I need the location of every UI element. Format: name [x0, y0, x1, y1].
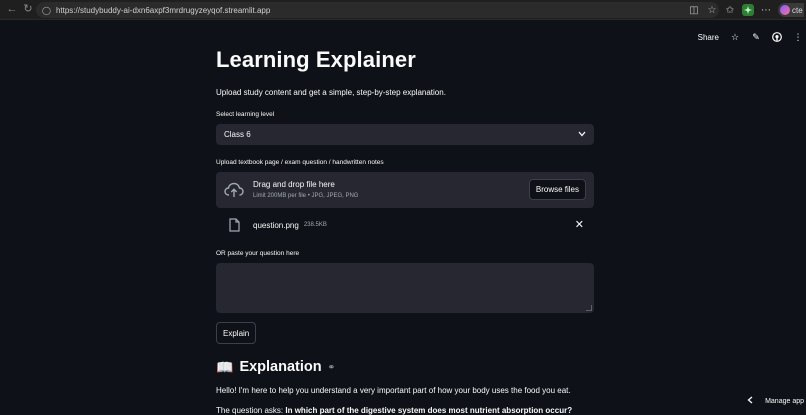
profile-button[interactable]: cte	[778, 3, 804, 17]
main-menu-icon[interactable]: ⋮	[793, 32, 803, 42]
manage-app-button[interactable]: Manage app	[747, 396, 804, 406]
paste-question-label: OR paste your question here	[216, 250, 300, 257]
file-icon	[228, 218, 240, 232]
share-button[interactable]: Share	[698, 33, 719, 42]
dropzone-title: Drag and drop file here	[253, 180, 335, 189]
address-bar[interactable]: ◯ https://studybuddy-ai-dxn6axpf3mrdrugy…	[36, 2, 719, 18]
edit-pencil-icon[interactable]: ✎	[751, 32, 761, 42]
explanation-heading: 📖 Explanation ⚭	[216, 358, 594, 376]
page-title: Learning Explainer	[216, 47, 416, 72]
close-icon[interactable]: ✕	[575, 219, 584, 231]
favorites-icon[interactable]: ✩	[724, 4, 736, 16]
learning-level-label: Select learning level	[216, 111, 275, 118]
file-name: question.png	[253, 220, 299, 230]
browse-files-button[interactable]: Browse files	[528, 179, 586, 200]
anchor-link-icon[interactable]: ⚭	[328, 362, 336, 373]
dropzone-text: Drag and drop file here Limit 200MB per …	[253, 179, 358, 201]
avatar	[780, 5, 790, 15]
chevron-left-icon	[747, 396, 753, 406]
browser-toolbar: ← ↻ ◯ https://studybuddy-ai-dxn6axpf3mrd…	[0, 0, 806, 20]
file-size: 238.5KB	[303, 222, 327, 228]
install-app-icon[interactable]: ◫	[688, 4, 700, 16]
cloud-upload-icon	[224, 182, 244, 198]
url-text: https://studybuddy-ai-dxn6axpf3mrdrugyze…	[55, 5, 271, 15]
star-icon[interactable]: ☆	[730, 32, 740, 42]
site-info-icon[interactable]: ◯	[42, 6, 51, 15]
explanation-paragraph: Hello! I'm here to help you understand a…	[216, 386, 571, 395]
learning-level-value: Class 6	[224, 130, 251, 139]
explanation-title: Explanation	[239, 359, 322, 375]
explanation-question: The question asks: In which part of the …	[216, 405, 594, 415]
app-toolbar: Share ☆ ✎ ⋮	[698, 30, 806, 44]
question-text: In which part of the digestive system do…	[285, 406, 573, 415]
uploaded-file: question.png 238.5KB ✕	[216, 215, 594, 235]
file-dropzone[interactable]: Drag and drop file here Limit 200MB per …	[216, 172, 594, 208]
more-menu-icon[interactable]: ⋯	[760, 4, 772, 16]
github-icon[interactable]	[772, 32, 782, 42]
main-content: Learning Explainer Upload study content …	[216, 44, 594, 415]
question-intro: The question asks:	[216, 406, 286, 415]
book-icon: 📖	[216, 359, 234, 375]
upload-label: Upload textbook page / exam question / h…	[216, 159, 384, 166]
page-subtitle: Upload study content and get a simple, s…	[216, 88, 446, 97]
chevron-down-icon	[578, 130, 586, 139]
bookmark-star-icon[interactable]: ☆	[706, 4, 718, 16]
learning-level-select[interactable]: Class 6	[216, 124, 594, 145]
reload-icon[interactable]: ↻	[22, 4, 34, 16]
browser-actions: ◫ ☆ ✩ ⋯ cte	[688, 2, 806, 18]
question-textarea[interactable]	[216, 263, 594, 313]
extension-icon[interactable]	[742, 4, 754, 16]
dropzone-limits: Limit 200MB per file • JPG, JPEG, PNG	[253, 193, 359, 199]
explain-button[interactable]: Explain	[216, 322, 257, 344]
profile-label: cte	[792, 5, 803, 15]
manage-app-label: Manage app	[765, 397, 804, 405]
back-arrow-icon[interactable]: ←	[6, 4, 18, 16]
resize-handle-icon[interactable]	[586, 305, 592, 311]
